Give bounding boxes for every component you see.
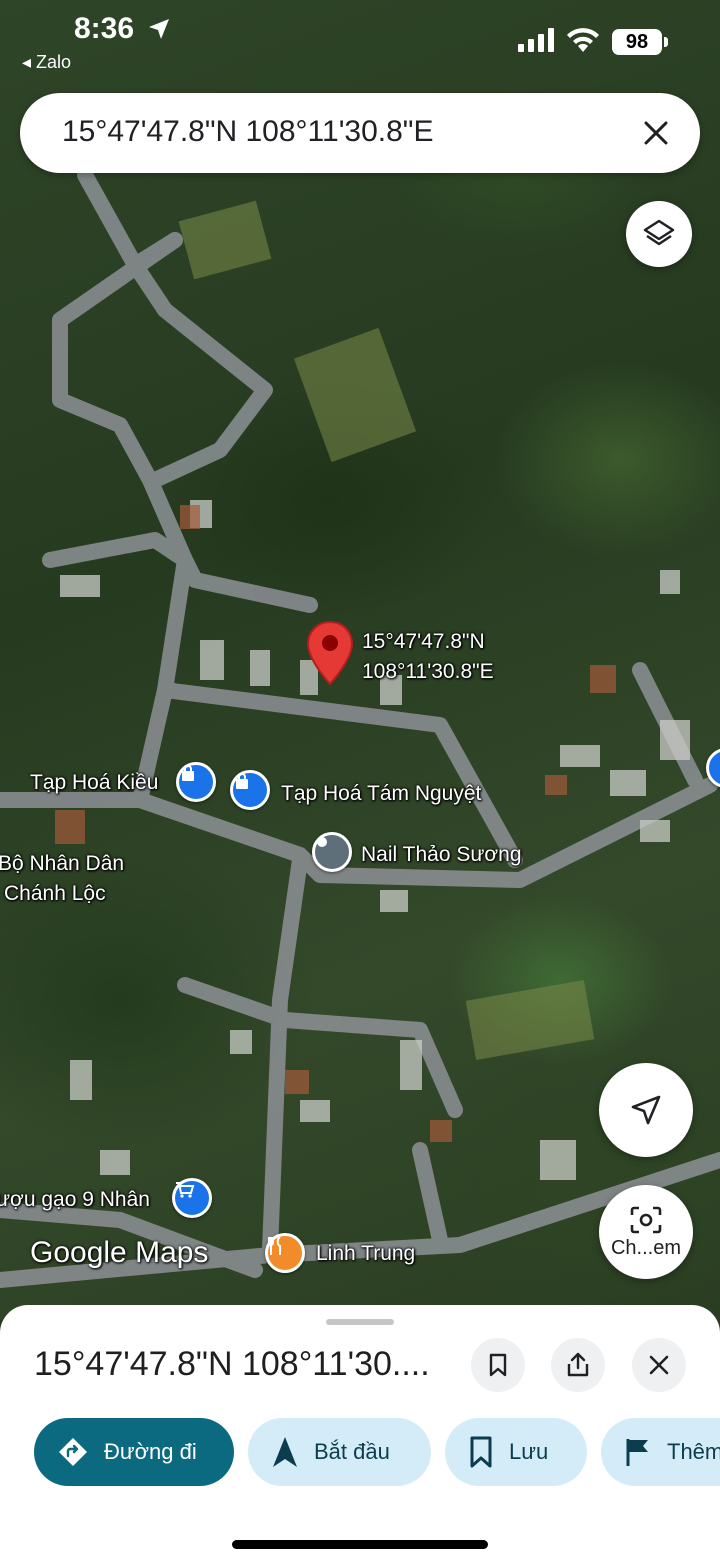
close-button[interactable] bbox=[632, 1338, 686, 1392]
share-button[interactable] bbox=[551, 1338, 605, 1392]
poi-icon[interactable] bbox=[312, 832, 352, 872]
status-bar: 8:36 ◂ Zalo 98 bbox=[0, 0, 720, 80]
place-label[interactable]: Linh Trung bbox=[316, 1242, 415, 1266]
clear-search-button[interactable] bbox=[636, 113, 676, 153]
my-location-button[interactable] bbox=[599, 1063, 693, 1157]
place-label[interactable]: Bộ Nhân Dân bbox=[0, 852, 124, 876]
lens-label: Ch...em bbox=[610, 1236, 682, 1259]
close-icon bbox=[649, 1355, 669, 1375]
search-bar[interactable]: 15°47'47.8"N 108°11'30.8"E bbox=[20, 93, 700, 173]
navigation-icon bbox=[272, 1436, 298, 1468]
directions-icon bbox=[58, 1437, 88, 1467]
action-chips: Đường đi Bắt đầu Lưu Thêm bbox=[0, 1418, 720, 1486]
location-arrow-icon bbox=[149, 19, 169, 39]
save-chip-button[interactable]: Lưu bbox=[445, 1418, 587, 1486]
clock: 8:36 bbox=[74, 12, 135, 45]
place-label[interactable]: Nail Thảo Sương bbox=[361, 843, 522, 867]
directions-label: Đường đi bbox=[104, 1439, 197, 1464]
directions-button[interactable]: Đường đi bbox=[34, 1418, 234, 1486]
more-label: Thêm bbox=[667, 1439, 720, 1464]
share-icon bbox=[567, 1352, 589, 1377]
close-icon bbox=[644, 121, 668, 145]
layers-icon bbox=[643, 219, 675, 246]
save-button[interactable] bbox=[471, 1338, 525, 1392]
cellular-signal-icon bbox=[518, 28, 554, 52]
more-button[interactable]: Thêm bbox=[601, 1418, 720, 1486]
google-maps-logo: Google Maps bbox=[30, 1236, 209, 1269]
flag-icon bbox=[625, 1437, 651, 1467]
place-label[interactable]: Tạp Hoá Tám Nguyệt bbox=[281, 782, 481, 806]
navigation-icon bbox=[631, 1095, 661, 1125]
place-title: 15°47'47.8"N 108°11'30.... bbox=[34, 1345, 430, 1383]
shopping-bag-icon[interactable] bbox=[230, 770, 270, 810]
cart-icon[interactable] bbox=[172, 1178, 212, 1218]
start-button[interactable]: Bắt đầu bbox=[248, 1418, 431, 1486]
pin-label-lng: 108°11'30.8"E bbox=[362, 660, 494, 683]
home-indicator[interactable] bbox=[232, 1540, 488, 1549]
place-label[interactable]: ượu gạo 9 Nhân bbox=[0, 1188, 150, 1212]
layers-button[interactable] bbox=[626, 201, 692, 267]
place-label[interactable]: Tạp Hoá Kiều bbox=[30, 771, 158, 795]
battery-tip bbox=[664, 37, 668, 47]
place-bottom-sheet[interactable]: 15°47'47.8"N 108°11'30.... Đường đi Bắt … bbox=[0, 1305, 720, 1557]
back-to-app-link[interactable]: ◂ Zalo bbox=[22, 52, 71, 73]
save-label: Lưu bbox=[509, 1439, 549, 1464]
google-lens-button[interactable]: Ch...em bbox=[599, 1185, 693, 1279]
sheet-drag-handle[interactable] bbox=[326, 1319, 394, 1325]
battery-level: 98 bbox=[612, 29, 662, 55]
fork-knife-icon[interactable] bbox=[265, 1233, 305, 1273]
pin-label-lat: 15°47'47.8"N bbox=[362, 630, 485, 653]
bookmark-icon bbox=[469, 1436, 493, 1468]
bookmark-icon bbox=[489, 1353, 507, 1377]
place-label[interactable]: Chánh Lộc bbox=[4, 882, 106, 906]
start-label: Bắt đầu bbox=[314, 1439, 390, 1464]
google-lens-icon bbox=[630, 1206, 662, 1233]
search-input[interactable]: 15°47'47.8"N 108°11'30.8"E bbox=[62, 115, 433, 149]
shopping-bag-icon[interactable] bbox=[176, 762, 216, 802]
wifi-icon bbox=[567, 28, 599, 52]
